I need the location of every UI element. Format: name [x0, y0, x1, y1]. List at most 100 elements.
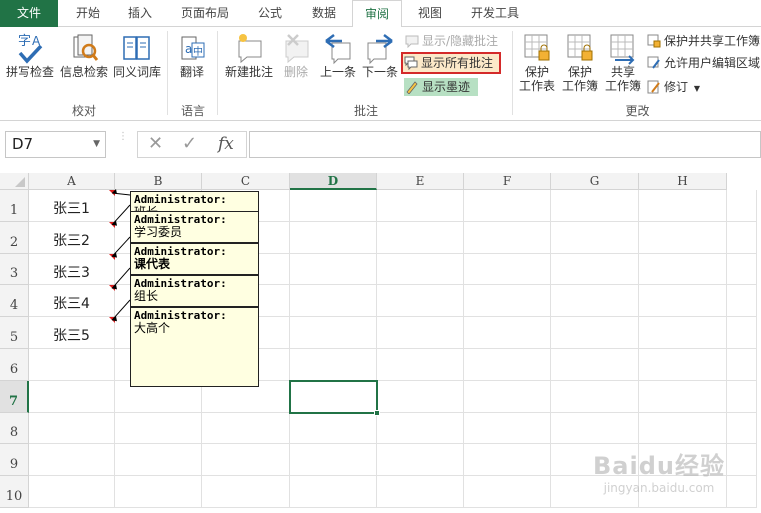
track-changes-button[interactable]: 修订 ▼	[646, 78, 700, 96]
show-ink-button[interactable]: 显示墨迹	[404, 78, 478, 96]
cell[interactable]	[377, 285, 464, 318]
cell[interactable]	[464, 444, 551, 477]
column-header-d[interactable]: D	[290, 173, 377, 190]
cell[interactable]	[464, 476, 551, 508]
cell[interactable]	[290, 412, 377, 445]
cell[interactable]	[639, 380, 727, 413]
active-cell-selection[interactable]	[289, 379, 380, 416]
cell[interactable]	[464, 349, 551, 381]
cell[interactable]	[464, 253, 551, 286]
tab-data[interactable]: 数据	[302, 0, 346, 27]
cell[interactable]	[290, 444, 377, 477]
cell[interactable]	[464, 190, 551, 222]
cell[interactable]	[377, 444, 464, 477]
drag-handle-icon[interactable]: ⋮	[118, 132, 128, 154]
cell[interactable]	[727, 190, 757, 222]
cell[interactable]	[115, 444, 202, 477]
cell[interactable]	[464, 285, 551, 318]
insert-function-icon[interactable]: fx	[218, 134, 234, 154]
cell[interactable]	[551, 221, 639, 254]
column-header-g[interactable]: G	[551, 173, 639, 190]
cell[interactable]	[639, 349, 727, 381]
cell[interactable]	[727, 285, 757, 318]
cell[interactable]	[377, 380, 464, 413]
row-header-10[interactable]: 10	[0, 476, 29, 508]
translate-button[interactable]: a 中 翻译	[172, 31, 212, 79]
protect-share-workbook-button[interactable]: 保护并共享工作簿	[646, 32, 760, 50]
cell[interactable]	[377, 190, 464, 222]
cell[interactable]	[377, 221, 464, 254]
share-workbook-button[interactable]: 共享 工作簿	[602, 31, 644, 93]
cell[interactable]	[464, 380, 551, 413]
comment-box[interactable]: Administrator: 学习委员	[130, 211, 259, 243]
cell[interactable]	[639, 221, 727, 254]
cell[interactable]	[551, 317, 639, 349]
cell[interactable]	[115, 476, 202, 508]
tab-file[interactable]: 文件	[0, 0, 58, 27]
allow-edit-ranges-button[interactable]: 允许用户编辑区域	[646, 54, 760, 72]
cell[interactable]	[639, 412, 727, 445]
cell[interactable]	[377, 476, 464, 508]
cell[interactable]	[639, 190, 727, 222]
cell[interactable]	[727, 349, 757, 381]
cell[interactable]	[551, 412, 639, 445]
previous-comment-button[interactable]: 上一条	[318, 31, 358, 79]
cell[interactable]	[202, 444, 290, 477]
cell[interactable]	[639, 285, 727, 318]
cell[interactable]	[551, 285, 639, 318]
cell[interactable]	[290, 349, 377, 381]
show-hide-comment-button[interactable]: 显示/隐藏批注	[404, 32, 498, 50]
protect-workbook-button[interactable]: 保护 工作簿	[559, 31, 601, 93]
delete-comment-button[interactable]: 删除	[278, 31, 314, 79]
column-header-e[interactable]: E	[377, 173, 464, 190]
cell[interactable]	[464, 412, 551, 445]
cell[interactable]	[464, 221, 551, 254]
cell[interactable]	[727, 412, 757, 445]
cell[interactable]	[551, 190, 639, 222]
cell[interactable]	[290, 476, 377, 508]
tab-insert[interactable]: 插入	[118, 0, 162, 27]
chevron-down-icon[interactable]: ▼	[93, 132, 100, 157]
cell[interactable]	[464, 317, 551, 349]
tab-page-layout[interactable]: 页面布局	[172, 0, 238, 27]
column-header-f[interactable]: F	[464, 173, 551, 190]
cell[interactable]	[377, 253, 464, 286]
spell-check-button[interactable]: 字 A 拼写检查	[4, 31, 56, 79]
cell[interactable]	[639, 253, 727, 286]
comment-box[interactable]: Administrator: 组长	[130, 275, 259, 307]
cell[interactable]	[551, 349, 639, 381]
cell[interactable]	[290, 190, 377, 222]
cell[interactable]	[377, 349, 464, 381]
column-header-h[interactable]: H	[639, 173, 727, 190]
thesaurus-button[interactable]: 同义词库	[111, 31, 163, 79]
row-header-9[interactable]: 9	[0, 444, 29, 477]
cell[interactable]	[551, 253, 639, 286]
show-all-comments-button[interactable]: 显示所有批注	[401, 52, 501, 74]
tab-developer[interactable]: 开发工具	[462, 0, 528, 27]
name-box[interactable]: D7 ▼	[5, 131, 106, 158]
tab-view[interactable]: 视图	[408, 0, 452, 27]
cell[interactable]	[290, 317, 377, 349]
cell[interactable]	[377, 412, 464, 445]
formula-input[interactable]	[249, 131, 761, 158]
comment-box[interactable]: Administrator: 课代表	[130, 243, 259, 275]
cell[interactable]	[727, 380, 757, 413]
cell[interactable]	[727, 444, 757, 477]
cell[interactable]	[290, 253, 377, 286]
cell[interactable]	[727, 253, 757, 286]
cell[interactable]	[639, 317, 727, 349]
protect-sheet-button[interactable]: 保护 工作表	[516, 31, 558, 93]
comment-box[interactable]: Administrator: 班长	[130, 191, 259, 213]
cell[interactable]	[727, 476, 757, 508]
next-comment-button[interactable]: 下一条	[360, 31, 400, 79]
cell[interactable]	[290, 285, 377, 318]
cell[interactable]	[551, 380, 639, 413]
cell[interactable]	[377, 317, 464, 349]
tab-formulas[interactable]: 公式	[248, 0, 292, 27]
comment-box[interactable]: Administrator: 大高个	[130, 307, 259, 387]
tab-home[interactable]: 开始	[66, 0, 110, 27]
cell[interactable]	[29, 476, 115, 508]
cell[interactable]	[29, 444, 115, 477]
fill-handle[interactable]	[374, 409, 380, 416]
research-button[interactable]: 信息检索	[58, 31, 110, 79]
